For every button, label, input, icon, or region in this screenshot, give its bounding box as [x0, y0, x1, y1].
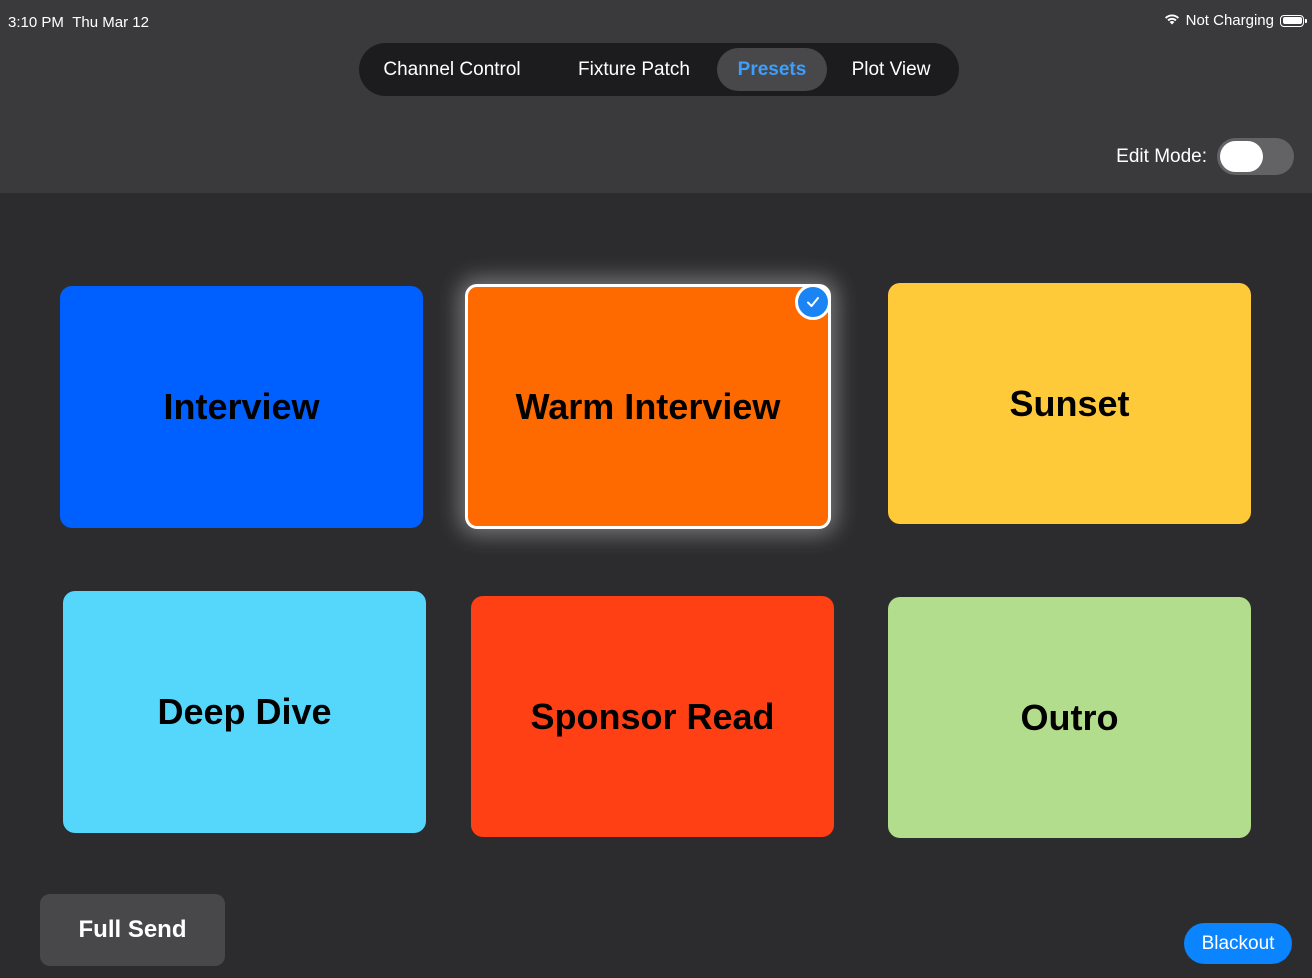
edit-mode-toggle[interactable]	[1217, 138, 1294, 175]
preset-label: Outro	[1020, 696, 1119, 738]
status-time: 3:10 PM Thu Mar 12	[8, 14, 149, 31]
preset-label: Sponsor Read	[530, 695, 775, 737]
battery-status-text: Not Charging	[1185, 12, 1274, 29]
edit-mode-label: Edit Mode:	[1116, 145, 1207, 167]
full-send-button[interactable]: Full Send	[40, 894, 225, 966]
header: 3:10 PM Thu Mar 12 Not Charging Channel …	[0, 0, 1312, 193]
battery-icon	[1280, 14, 1307, 27]
checkmark-icon	[795, 284, 831, 320]
status-right: Not Charging	[1164, 12, 1307, 29]
preset-label: Warm Interview	[515, 385, 781, 427]
tab-plot-view[interactable]: Plot View	[831, 48, 951, 91]
blackout-button[interactable]: Blackout	[1184, 923, 1292, 964]
preset-sponsor-read[interactable]: Sponsor Read	[471, 596, 834, 837]
status-date-text: Thu Mar 12	[72, 14, 149, 31]
preset-deep-dive[interactable]: Deep Dive	[63, 591, 426, 833]
tab-fixture-patch[interactable]: Fixture Patch	[551, 48, 717, 91]
status-bar: 3:10 PM Thu Mar 12 Not Charging	[0, 0, 1312, 46]
preset-label: Interview	[163, 386, 320, 427]
preset-outro[interactable]: Outro	[888, 597, 1251, 838]
tab-bar: Channel Control Fixture Patch Presets Pl…	[359, 43, 959, 96]
tab-presets[interactable]: Presets	[717, 48, 827, 91]
preset-warm-interview[interactable]: Warm Interview	[465, 284, 831, 529]
preset-label: Sunset	[1009, 382, 1130, 424]
preset-label: Deep Dive	[157, 691, 332, 732]
preset-interview[interactable]: Interview	[60, 286, 423, 528]
tab-channel-control[interactable]: Channel Control	[367, 48, 537, 91]
preset-sunset[interactable]: Sunset	[888, 283, 1251, 524]
edit-mode-control: Edit Mode:	[1116, 138, 1294, 175]
toggle-knob	[1220, 141, 1263, 172]
wifi-icon	[1164, 12, 1180, 29]
status-time-text: 3:10 PM	[8, 14, 64, 31]
